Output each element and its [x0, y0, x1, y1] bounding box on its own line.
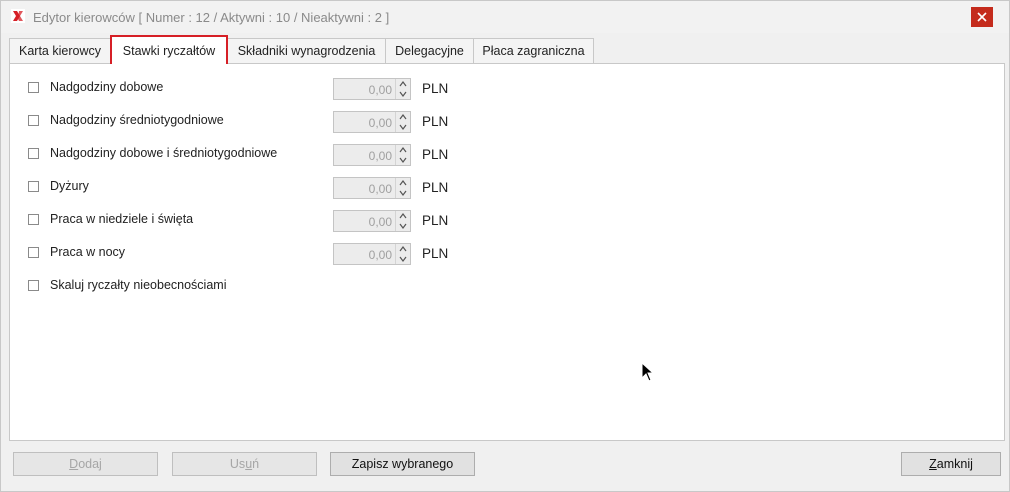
tab-stawki-ryczaltow[interactable]: Stawki ryczałtów	[110, 35, 228, 64]
label-nadgodziny-sredniotygodniowe: Nadgodziny średniotygodniowe	[50, 113, 224, 127]
amount-value: 0,00	[368, 83, 392, 97]
save-selected-button[interactable]: Zapisz wybranego	[330, 452, 475, 476]
add-button-label: odaj	[78, 457, 102, 471]
chevron-up-icon[interactable]	[399, 212, 407, 220]
rate-row-praca-w-nocy: Praca w nocy 0,00 PLN	[10, 243, 610, 265]
rate-row-dyzury: Dyżury 0,00 PLN	[10, 177, 610, 199]
close-button-label: amknij	[936, 457, 973, 471]
spin-arrows[interactable]	[395, 112, 410, 132]
rate-row-nadgodziny-dobowe: Nadgodziny dobowe 0,00 PLN	[10, 78, 610, 100]
chevron-up-icon[interactable]	[399, 80, 407, 88]
checkbox-nadgodziny-sredniotygodniowe[interactable]	[28, 115, 39, 126]
chevron-down-icon[interactable]	[399, 222, 407, 230]
rate-row-nadgodziny-sredniotygodniowe: Nadgodziny średniotygodniowe 0,00 PLN	[10, 111, 610, 133]
amount-stepper-nadgodziny-dobowe[interactable]: 0,00	[333, 78, 411, 100]
chevron-up-icon[interactable]	[399, 146, 407, 154]
amount-stepper-praca-w-nocy[interactable]: 0,00	[333, 243, 411, 265]
unit-label: PLN	[422, 246, 449, 261]
spin-arrows[interactable]	[395, 178, 410, 198]
amount-stepper-praca-w-niedziele-i-swieta[interactable]: 0,00	[333, 210, 411, 232]
add-button[interactable]: Dodaj	[13, 452, 158, 476]
chevron-up-icon[interactable]	[399, 245, 407, 253]
unit-label: PLN	[422, 114, 449, 129]
checkbox-dyzury[interactable]	[28, 181, 39, 192]
label-nadgodziny-dobowe-i-sredniotygodniowe: Nadgodziny dobowe i średniotygodniowe	[50, 146, 278, 160]
unit-label: PLN	[422, 147, 449, 162]
unit-label: PLN	[422, 180, 449, 195]
amount-value: 0,00	[368, 215, 392, 229]
label-praca-w-niedziele-i-swieta: Praca w niedziele i święta	[50, 212, 194, 226]
chevron-down-icon[interactable]	[399, 90, 407, 98]
spin-arrows[interactable]	[395, 145, 410, 165]
close-icon	[977, 12, 987, 22]
checkbox-skaluj-ryczalty[interactable]	[28, 280, 39, 291]
close-button-mnemonic: Z	[929, 457, 937, 471]
unit-label: PLN	[422, 213, 449, 228]
window-title: Edytor kierowców [ Numer : 12 / Aktywni …	[33, 10, 390, 25]
spin-arrows[interactable]	[395, 211, 410, 231]
checkbox-nadgodziny-dobowe-i-sredniotygodniowe[interactable]	[28, 148, 39, 159]
tab-karta-kierowcy[interactable]: Karta kierowcy	[9, 38, 111, 63]
app-logo-icon	[11, 9, 25, 23]
amount-stepper-nadgodziny-sredniotygodniowe[interactable]: 0,00	[333, 111, 411, 133]
remove-button[interactable]: Us u ń	[172, 452, 317, 476]
title-bar[interactable]: Edytor kierowców [ Numer : 12 / Aktywni …	[1, 1, 1009, 33]
amount-value: 0,00	[368, 149, 392, 163]
chevron-down-icon[interactable]	[399, 123, 407, 131]
mouse-pointer-icon	[641, 362, 655, 382]
driver-editor-window: Edytor kierowców [ Numer : 12 / Aktywni …	[0, 0, 1010, 492]
amount-stepper-dyzury[interactable]: 0,00	[333, 177, 411, 199]
label-skaluj-ryczalty: Skaluj ryczałty nieobecnościami	[50, 278, 227, 292]
chevron-down-icon[interactable]	[399, 156, 407, 164]
add-button-mnemonic: D	[69, 457, 79, 471]
checkbox-praca-w-niedziele-i-swieta[interactable]	[28, 214, 39, 225]
unit-label: PLN	[422, 81, 449, 96]
spin-arrows[interactable]	[395, 244, 410, 264]
remove-button-mnemonic: u	[245, 457, 253, 471]
amount-stepper-nadgodziny-dobowe-i-sredniotygodniowe[interactable]: 0,00	[333, 144, 411, 166]
chevron-up-icon[interactable]	[399, 179, 407, 187]
checkbox-nadgodziny-dobowe[interactable]	[28, 82, 39, 93]
tab-skladniki-wynagrodzenia[interactable]: Składniki wynagrodzenia	[227, 38, 386, 63]
label-nadgodziny-dobowe: Nadgodziny dobowe	[50, 80, 164, 94]
remove-button-label-end: ń	[252, 457, 260, 471]
rates-panel: Nadgodziny dobowe 0,00 PLN Nadgodziny śr…	[9, 63, 1005, 441]
chevron-up-icon[interactable]	[399, 113, 407, 121]
tab-placa-zagraniczna[interactable]: Płaca zagraniczna	[473, 38, 594, 63]
remove-button-label-start: Us	[229, 457, 246, 471]
close-window-button[interactable]	[971, 7, 993, 27]
label-dyzury: Dyżury	[50, 179, 89, 193]
spin-arrows[interactable]	[395, 79, 410, 99]
rate-row-nadgodziny-dobowe-i-sredniotygodniowe: Nadgodziny dobowe i średniotygodniowe 0,…	[10, 144, 610, 166]
scale-option-row: Skaluj ryczałty nieobecnościami	[10, 276, 610, 298]
amount-value: 0,00	[368, 248, 392, 262]
amount-value: 0,00	[368, 182, 392, 196]
close-button[interactable]: Zamknij	[901, 452, 1001, 476]
amount-value: 0,00	[368, 116, 392, 130]
label-praca-w-nocy: Praca w nocy	[50, 245, 126, 259]
tab-delegacyjne[interactable]: Delegacyjne	[385, 38, 474, 63]
rate-row-praca-w-niedziele-i-swieta: Praca w niedziele i święta 0,00 PLN	[10, 210, 610, 232]
chevron-down-icon[interactable]	[399, 255, 407, 263]
chevron-down-icon[interactable]	[399, 189, 407, 197]
checkbox-praca-w-nocy[interactable]	[28, 247, 39, 258]
